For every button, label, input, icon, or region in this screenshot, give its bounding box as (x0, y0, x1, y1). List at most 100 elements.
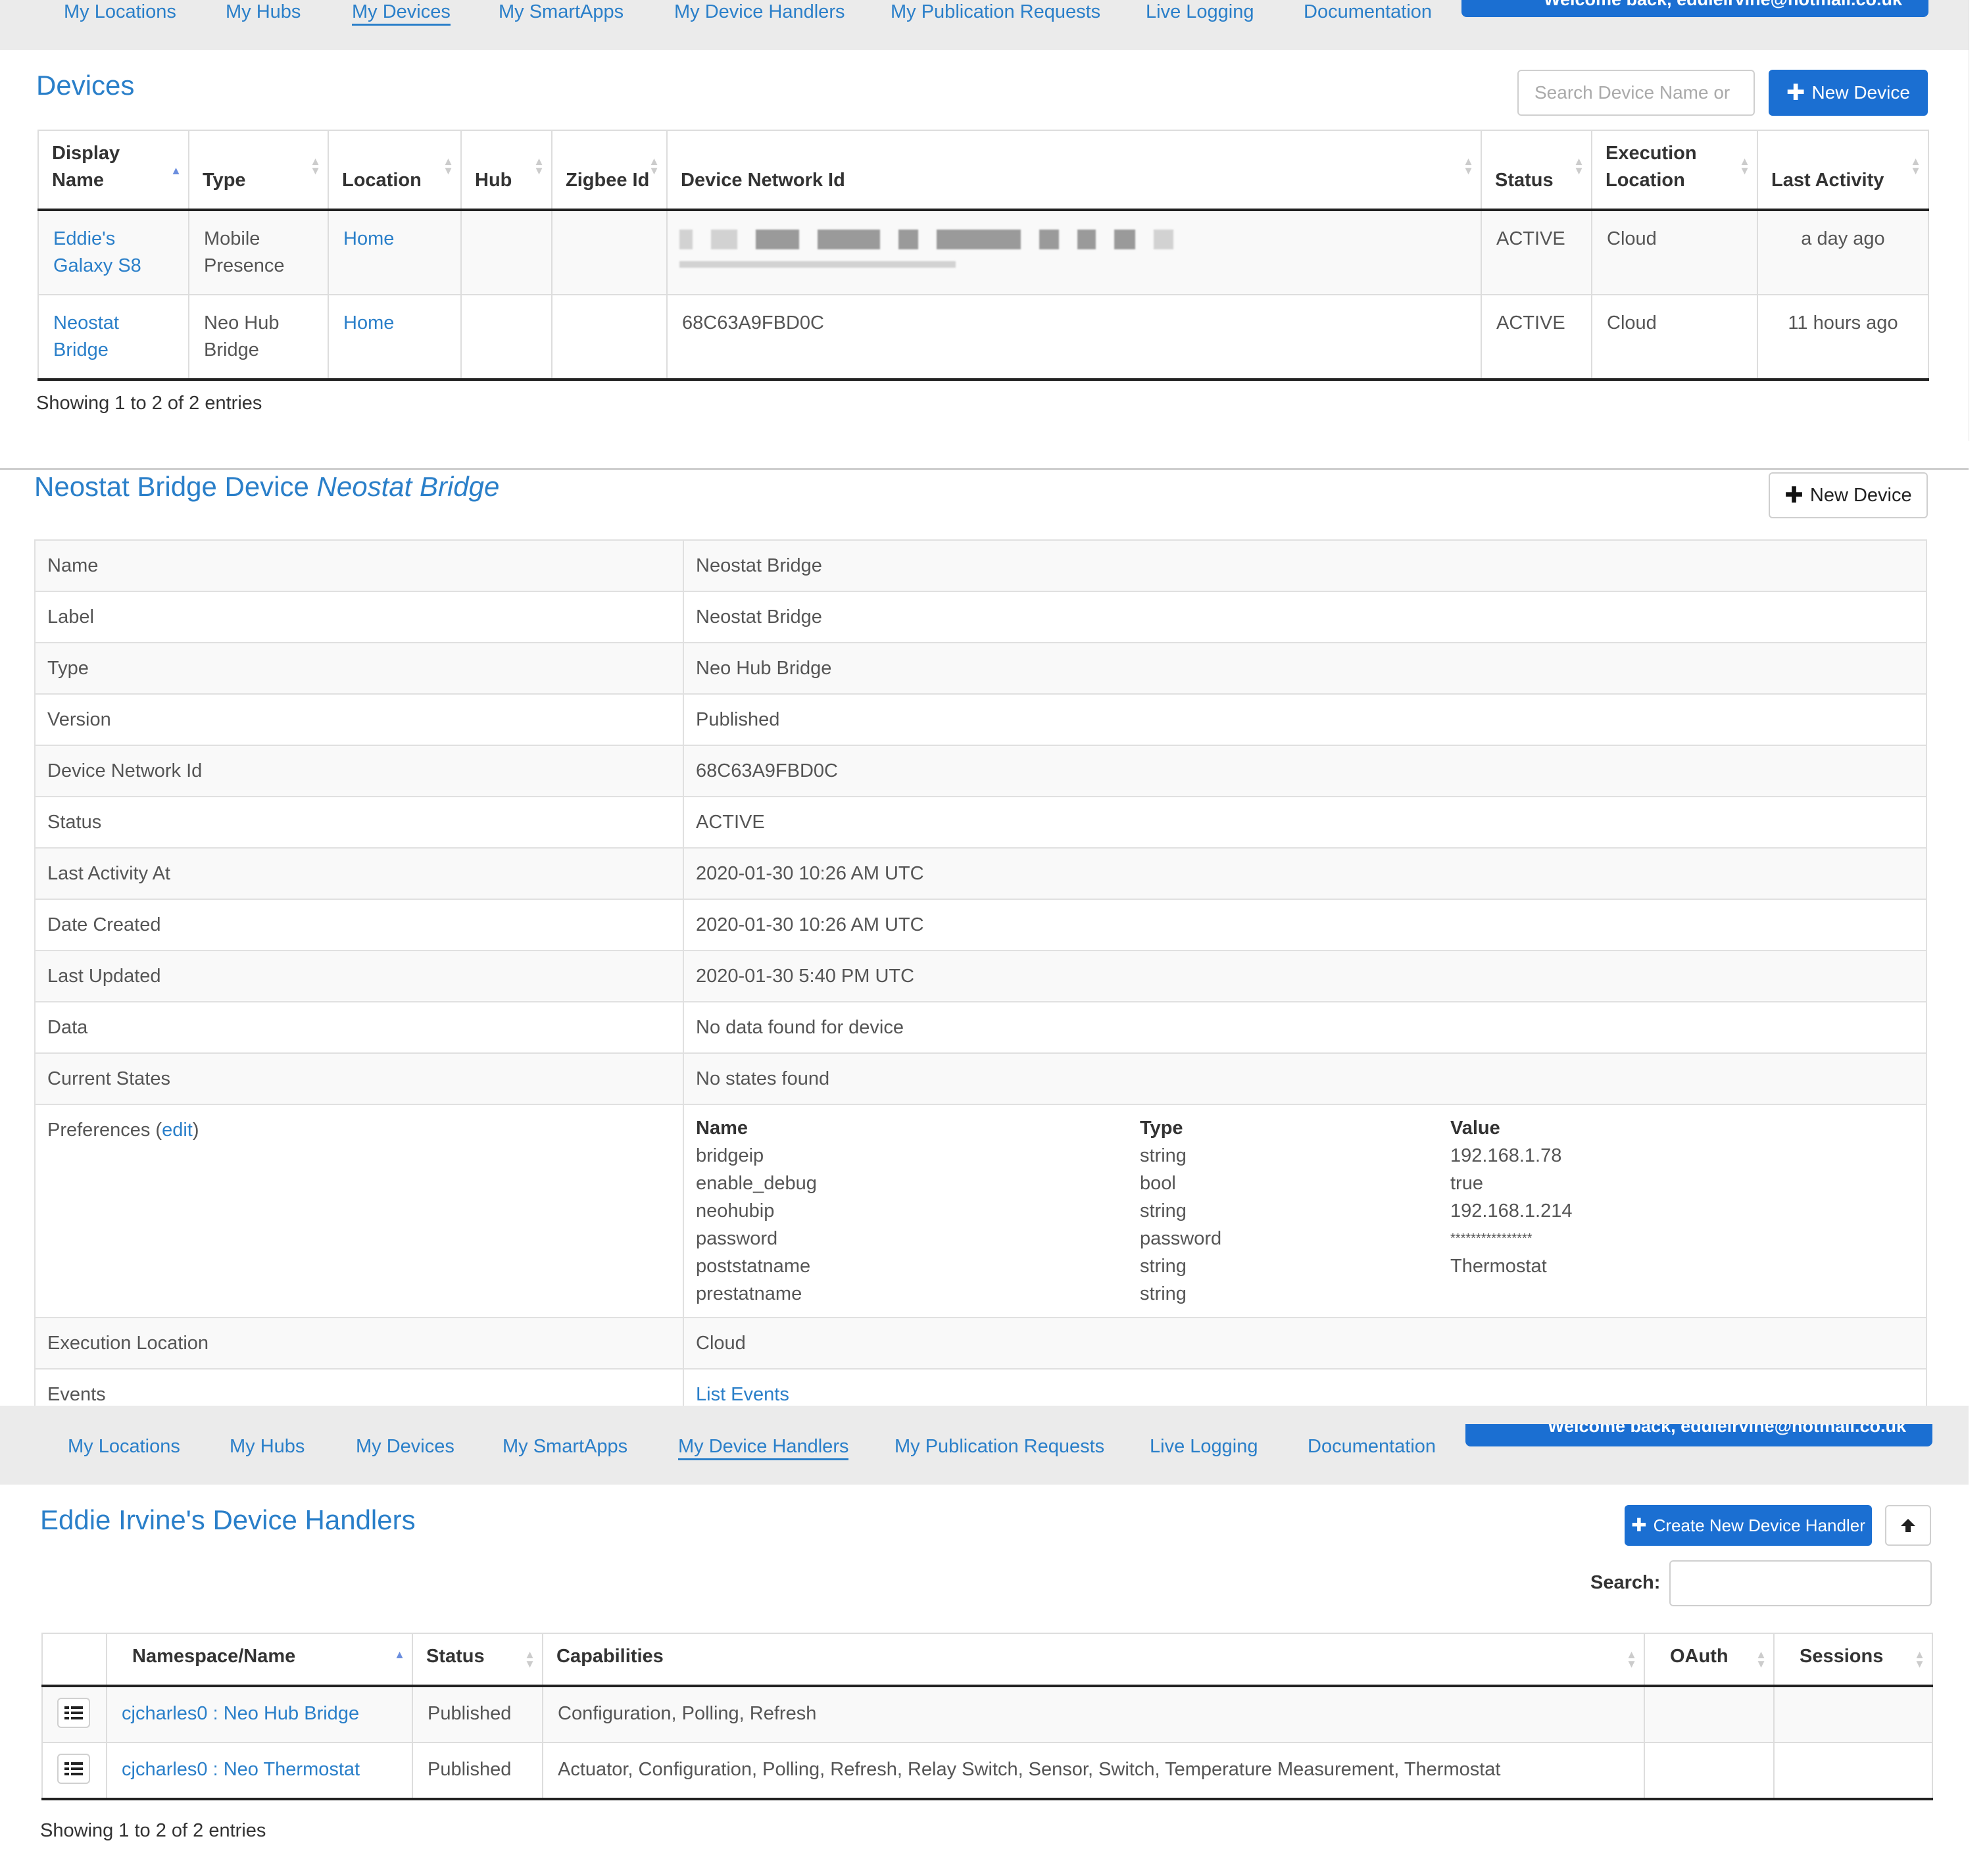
col-last-activity[interactable]: Last Activity ▲ ▼ (1757, 130, 1929, 211)
pref-header-type: Type (1140, 1118, 1183, 1139)
device-link[interactable]: Eddie's Galaxy S8 (53, 228, 141, 276)
nav-my-device-handlers[interactable]: My Device Handlers (674, 0, 845, 24)
pref-name: enable_debug (696, 1173, 817, 1194)
device-hub (460, 209, 552, 295)
col-hub[interactable]: Hub ▲ ▼ (460, 130, 552, 211)
col-device-network-id[interactable]: Device Network Id ▲ ▼ (666, 130, 1482, 211)
detail-value: Neostat Bridge (683, 539, 1927, 592)
nav-my-smartapps[interactable]: My SmartApps (503, 1435, 627, 1458)
pref-name: bridgeip (696, 1145, 764, 1166)
row-menu-button[interactable] (57, 1698, 90, 1728)
title-prefix: Neostat Bridge Device (34, 471, 309, 502)
col-location[interactable]: Location ▲ ▼ (328, 130, 462, 211)
list-events-link[interactable]: List Events (696, 1384, 789, 1405)
sort-icon: ▲ ▼ (649, 155, 660, 177)
device-search-input[interactable] (1519, 71, 1754, 114)
handler-search-input[interactable] (1671, 1562, 1930, 1605)
sort-icon: ▲ ▼ (1573, 155, 1584, 177)
col-execution-location[interactable]: Execution Location ▲ ▼ (1591, 130, 1758, 211)
new-device-button[interactable]: ✚ New Device (1769, 70, 1928, 116)
location-link[interactable]: Home (343, 228, 394, 249)
plus-icon: ✚ (1631, 1515, 1647, 1535)
handler-capabilities: Actuator, Configuration, Polling, Refres… (542, 1742, 1645, 1800)
nav-my-hubs[interactable]: My Hubs (230, 1435, 305, 1458)
device-last-activity: a day ago (1757, 209, 1929, 295)
col-sessions[interactable]: Sessions ▲ ▼ (1773, 1633, 1933, 1687)
col-actions (41, 1633, 107, 1687)
detail-value: 2020-01-30 5:40 PM UTC (683, 950, 1927, 1002)
handler-link[interactable]: cjcharles0 : Neo Thermostat (122, 1759, 360, 1780)
list-icon (64, 1705, 83, 1721)
nav-documentation[interactable]: Documentation (1308, 1435, 1436, 1458)
handler-search-box[interactable] (1669, 1560, 1932, 1606)
edit-preferences-link[interactable]: edit (162, 1120, 193, 1141)
location-link[interactable]: Home (343, 312, 394, 333)
handlers-table-header: Namespace/Name ▲ Status ▲ ▼ Capabilities ▲ ▼ … (41, 1633, 1933, 1687)
device-status: ACTIVE (1481, 209, 1592, 295)
pref-name: neohubip (696, 1200, 775, 1222)
col-namespace-name[interactable]: Namespace/Name ▲ (106, 1633, 413, 1687)
col-status[interactable]: Status ▲ ▼ (412, 1633, 543, 1687)
nav-live-logging[interactable]: Live Logging (1150, 1435, 1258, 1458)
device-search-box[interactable] (1517, 70, 1755, 116)
github-sync-button[interactable] (1885, 1505, 1931, 1546)
pref-value: 192.168.1.214 (1450, 1200, 1573, 1222)
top-navbar: My Locations My Hubs My Devices My Smart… (0, 1406, 1969, 1485)
device-link[interactable]: Neostat Bridge (53, 312, 119, 360)
col-oauth[interactable]: OAuth ▲ ▼ (1644, 1633, 1775, 1687)
devices-table: Display Name ▲ Type ▲ ▼ Location ▲ ▼ Hub ▲ ▼ Zi… (37, 130, 1929, 381)
new-device-button[interactable]: ✚ New Device (1769, 472, 1928, 518)
detail-key: Label (34, 591, 684, 643)
pref-type: bool (1140, 1173, 1176, 1194)
detail-row: Label Neostat Bridge (34, 591, 1927, 643)
welcome-user-button[interactable]: Welcome back, eddieirvine@hotmail.co.uk (1465, 1424, 1932, 1446)
nav-my-locations[interactable]: My Locations (64, 0, 176, 24)
detail-key: Last Activity At (34, 847, 684, 900)
row-menu-button[interactable] (57, 1754, 90, 1784)
pref-header-name: Name (696, 1118, 748, 1139)
nav-documentation[interactable]: Documentation (1304, 0, 1432, 24)
create-device-handler-button[interactable]: ✚ Create New Device Handler (1625, 1505, 1872, 1546)
sort-icon: ▲ ▼ (1739, 155, 1750, 177)
table-row: cjcharles0 : Neo Hub Bridge Published Co… (41, 1685, 1933, 1743)
nav-my-publication-requests[interactable]: My Publication Requests (891, 0, 1100, 24)
new-device-button-label: New Device (1809, 484, 1912, 506)
handler-link[interactable]: cjcharles0 : Neo Hub Bridge (122, 1703, 359, 1724)
page-title: Eddie Irvine's Device Handlers (40, 1504, 416, 1535)
nav-my-publication-requests[interactable]: My Publication Requests (895, 1435, 1104, 1458)
col-zigbee-id[interactable]: Zigbee Id ▲ ▼ (551, 130, 668, 211)
col-status[interactable]: Status ▲ ▼ (1481, 130, 1592, 211)
nav-my-smartapps[interactable]: My SmartApps (499, 0, 624, 24)
col-type[interactable]: Type ▲ ▼ (188, 130, 329, 211)
nav-my-devices[interactable]: My Devices (356, 1435, 454, 1458)
new-device-button-label: New Device (1811, 82, 1910, 103)
detail-key: Version (34, 693, 684, 746)
top-navbar: My Locations My Hubs My Devices My Smart… (0, 0, 1969, 50)
device-detail-panel: Neostat Bridge Device Neostat Bridge ✚ N… (0, 468, 1969, 1421)
device-last-activity: 11 hours ago (1757, 294, 1929, 381)
nav-my-locations[interactable]: My Locations (68, 1435, 180, 1458)
nav-my-device-handlers[interactable]: My Device Handlers (678, 1435, 849, 1460)
detail-row: Current States No states found (34, 1052, 1927, 1105)
nav-live-logging[interactable]: Live Logging (1146, 0, 1254, 24)
detail-key: Execution Location (34, 1317, 684, 1370)
col-capabilities[interactable]: Capabilities ▲ ▼ (542, 1633, 1645, 1687)
detail-value: Published (683, 693, 1927, 746)
col-display-name[interactable]: Display Name ▲ (37, 130, 189, 211)
pref-header-value: Value (1450, 1118, 1500, 1139)
devices-table-header: Display Name ▲ Type ▲ ▼ Location ▲ ▼ Hub ▲ ▼ Zi… (37, 130, 1929, 211)
nav-my-devices[interactable]: My Devices (352, 0, 451, 26)
handler-capabilities: Configuration, Polling, Refresh (542, 1685, 1645, 1743)
pref-type: string (1140, 1200, 1187, 1222)
detail-row: Data No data found for device (34, 1001, 1927, 1054)
welcome-user-button[interactable]: Welcome back, eddieirvine@hotmail.co.uk (1461, 0, 1928, 17)
detail-key: Date Created (34, 899, 684, 951)
list-icon (64, 1761, 83, 1777)
pref-value: **************** (1450, 1231, 1533, 1246)
entries-info: Showing 1 to 2 of 2 entries (36, 393, 262, 414)
nav-my-hubs[interactable]: My Hubs (226, 0, 301, 24)
sort-asc-icon: ▲ (170, 164, 182, 177)
create-device-handler-label: Create New Device Handler (1653, 1515, 1865, 1535)
detail-value: Neostat Bridge (683, 591, 1927, 643)
plus-icon: ✚ (1786, 80, 1805, 105)
